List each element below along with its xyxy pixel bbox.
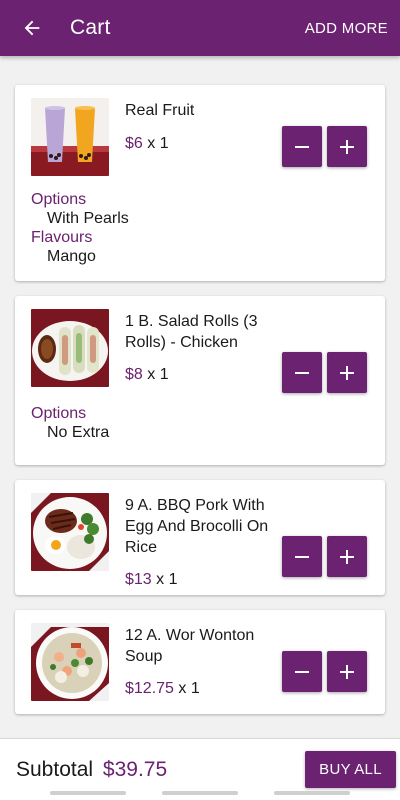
system-nav-bar	[0, 788, 400, 800]
item-price-line: $6 x 1	[125, 135, 279, 153]
minus-icon	[295, 670, 309, 673]
item-options: Options No Extra	[31, 404, 369, 442]
item-quantity: x 1	[142, 135, 169, 152]
option-label: Options	[31, 191, 87, 208]
buy-all-button[interactable]: BUY ALL	[305, 751, 396, 788]
item-price-line: $12.75 x 1	[125, 680, 279, 698]
decrease-quantity-button[interactable]	[282, 352, 322, 393]
plus-icon	[340, 549, 354, 564]
bbq-pork-rice-photo	[31, 493, 109, 571]
quantity-controls	[282, 352, 367, 393]
item-price-line: $13 x 1	[125, 571, 279, 589]
wonton-soup-photo	[31, 623, 109, 701]
plus-icon	[340, 139, 354, 154]
item-price-line: $8 x 1	[125, 366, 279, 384]
decrease-quantity-button[interactable]	[282, 126, 322, 167]
item-price: $6	[125, 135, 143, 152]
option-value: No Extra	[47, 424, 110, 441]
item-name: 9 A. BBQ Pork With Egg And Brocolli On R…	[125, 497, 269, 556]
item-name: 12 A. Wor Wonton Soup	[125, 627, 255, 665]
option-value: With Pearls	[47, 210, 129, 227]
increase-quantity-button[interactable]	[327, 651, 367, 692]
item-quantity: x 1	[142, 366, 169, 383]
decrease-quantity-button[interactable]	[282, 651, 322, 692]
nav-hint-right	[274, 791, 350, 795]
bubble-tea-photo	[31, 98, 109, 176]
add-more-button[interactable]: ADD MORE	[305, 20, 388, 37]
minus-icon	[295, 145, 309, 148]
option-label: Options	[31, 405, 87, 422]
cart-item-card: Real Fruit $6 x 1 Options With Pearls Fl…	[15, 85, 385, 281]
minus-icon	[295, 555, 309, 558]
nav-hint-left	[50, 791, 126, 795]
subtotal-label: Subtotal	[16, 757, 94, 781]
back-button[interactable]	[12, 8, 52, 48]
item-name: 1 B. Salad Rolls (3 Rolls) - Chicken	[125, 313, 258, 351]
item-quantity: x 1	[173, 680, 200, 697]
arrow-left-icon	[24, 20, 40, 36]
quantity-controls	[282, 126, 367, 167]
cart-item-card: 9 A. BBQ Pork With Egg And Brocolli On R…	[15, 480, 385, 595]
increase-quantity-button[interactable]	[327, 536, 367, 577]
app-bar: Cart ADD MORE	[0, 0, 400, 56]
increase-quantity-button[interactable]	[327, 126, 367, 167]
page-title: Cart	[70, 16, 111, 39]
subtotal: Subtotal $39.75	[16, 758, 305, 782]
cart-item-card: 12 A. Wor Wonton Soup $12.75 x 1	[15, 610, 385, 714]
item-options: Options With Pearls Flavours Mango	[31, 190, 369, 266]
increase-quantity-button[interactable]	[327, 352, 367, 393]
plus-icon	[340, 664, 354, 679]
item-quantity: x 1	[151, 571, 178, 588]
quantity-controls	[282, 536, 367, 577]
decrease-quantity-button[interactable]	[282, 536, 322, 577]
item-price: $8	[125, 366, 143, 383]
nav-hint-center	[162, 791, 238, 795]
item-price: $13	[125, 571, 152, 588]
plus-icon	[340, 365, 354, 380]
minus-icon	[295, 371, 309, 374]
cart-item-card: 1 B. Salad Rolls (3 Rolls) - Chicken $8 …	[15, 296, 385, 465]
item-price: $12.75	[125, 680, 174, 697]
subtotal-value: $39.75	[102, 757, 168, 781]
cart-list: Real Fruit $6 x 1 Options With Pearls Fl…	[0, 56, 400, 738]
quantity-controls	[282, 651, 367, 692]
salad-rolls-photo	[31, 309, 109, 387]
option-label: Flavours	[31, 229, 93, 246]
item-name: Real Fruit	[125, 102, 195, 119]
option-value: Mango	[47, 248, 96, 265]
